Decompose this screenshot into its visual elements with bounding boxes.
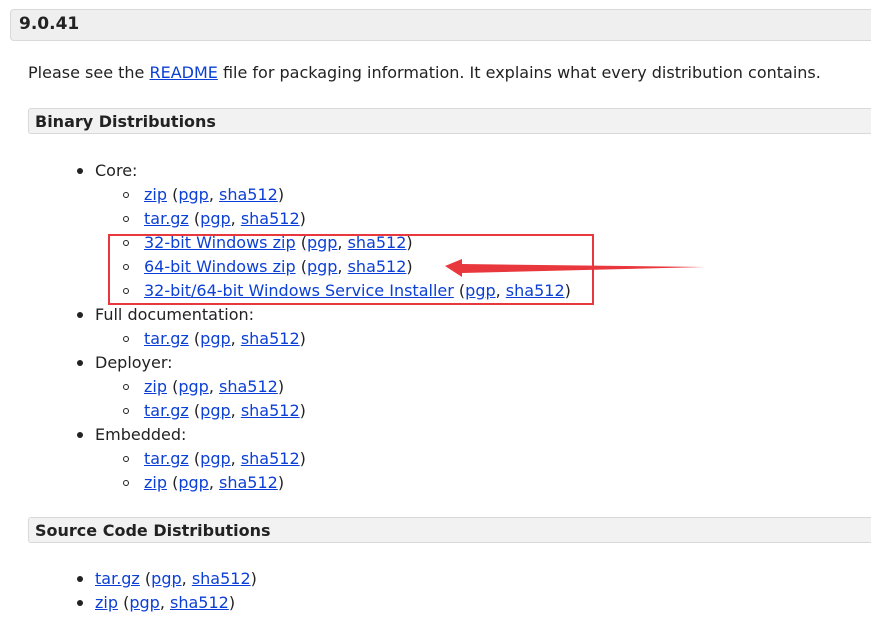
pgp-link[interactable]: pgp xyxy=(200,209,230,228)
pgp-link[interactable]: pgp xyxy=(151,569,181,588)
bullet-circle-icon xyxy=(123,384,129,390)
pgp-link[interactable]: pgp xyxy=(178,473,208,492)
sha512-link[interactable]: sha512 xyxy=(219,377,278,396)
intro-paragraph: Please see the README file for packaging… xyxy=(28,63,821,82)
list-item: zip (pgp, sha512) xyxy=(95,593,236,612)
deployer-targz-link[interactable]: tar.gz xyxy=(144,401,189,420)
deployer-label: Deployer: xyxy=(95,353,173,372)
source-distributions-title: Source Code Distributions xyxy=(35,521,271,540)
embedded-label: Embedded: xyxy=(95,425,187,444)
bullet-circle-icon xyxy=(123,408,129,414)
bullet-disc-icon xyxy=(77,312,83,318)
sha512-link[interactable]: sha512 xyxy=(192,569,251,588)
sha512-link[interactable]: sha512 xyxy=(241,449,300,468)
intro-text-after: file for packaging information. It expla… xyxy=(217,63,821,82)
full-documentation-label: Full documentation: xyxy=(95,305,255,324)
sha512-link[interactable]: sha512 xyxy=(219,473,278,492)
pgp-link[interactable]: pgp xyxy=(129,593,159,612)
binary-distributions-header: Binary Distributions xyxy=(28,108,871,134)
bullet-circle-icon xyxy=(123,456,129,462)
core-label: Core: xyxy=(95,161,138,180)
core-zip-link[interactable]: zip xyxy=(144,185,167,204)
bullet-disc-icon xyxy=(77,360,83,366)
fulldoc-targz-link[interactable]: tar.gz xyxy=(144,329,189,348)
core-targz-link[interactable]: tar.gz xyxy=(144,209,189,228)
list-item: tar.gz (pgp, sha512) xyxy=(144,401,306,420)
list-item: tar.gz (pgp, sha512) xyxy=(144,329,306,348)
pgp-link[interactable]: pgp xyxy=(178,377,208,396)
bullet-disc-icon xyxy=(77,600,83,606)
sha512-link[interactable]: sha512 xyxy=(219,185,278,204)
version-header: 9.0.41 xyxy=(10,9,871,41)
readme-link[interactable]: README xyxy=(149,63,217,82)
pgp-link[interactable]: pgp xyxy=(200,401,230,420)
bullet-disc-icon xyxy=(77,168,83,174)
pgp-link[interactable]: pgp xyxy=(178,185,208,204)
sha512-link[interactable]: sha512 xyxy=(241,209,300,228)
sha512-link[interactable]: sha512 xyxy=(241,329,300,348)
version-title: 9.0.41 xyxy=(19,14,80,34)
bullet-circle-icon xyxy=(123,336,129,342)
source-targz-link[interactable]: tar.gz xyxy=(95,569,140,588)
bullet-disc-icon xyxy=(77,432,83,438)
embedded-targz-link[interactable]: tar.gz xyxy=(144,449,189,468)
bullet-disc-icon xyxy=(77,576,83,582)
list-item: tar.gz (pgp, sha512) xyxy=(95,569,257,588)
embedded-zip-link[interactable]: zip xyxy=(144,473,167,492)
pgp-link[interactable]: pgp xyxy=(200,449,230,468)
sha512-link[interactable]: sha512 xyxy=(170,593,229,612)
list-item: tar.gz (pgp, sha512) xyxy=(144,449,306,468)
annotation-highlight-box xyxy=(108,234,594,305)
sha512-link[interactable]: sha512 xyxy=(241,401,300,420)
bullet-circle-icon xyxy=(123,192,129,198)
list-item: tar.gz (pgp, sha512) xyxy=(144,209,306,228)
list-item: zip (pgp, sha512) xyxy=(144,473,285,492)
binary-distributions-title: Binary Distributions xyxy=(35,112,216,131)
deployer-zip-link[interactable]: zip xyxy=(144,377,167,396)
source-zip-link[interactable]: zip xyxy=(95,593,118,612)
bullet-circle-icon xyxy=(123,216,129,222)
list-item: zip (pgp, sha512) xyxy=(144,185,285,204)
intro-text-before: Please see the xyxy=(28,63,150,82)
source-distributions-header: Source Code Distributions xyxy=(28,517,871,543)
list-item: zip (pgp, sha512) xyxy=(144,377,285,396)
pgp-link[interactable]: pgp xyxy=(200,329,230,348)
bullet-circle-icon xyxy=(123,480,129,486)
